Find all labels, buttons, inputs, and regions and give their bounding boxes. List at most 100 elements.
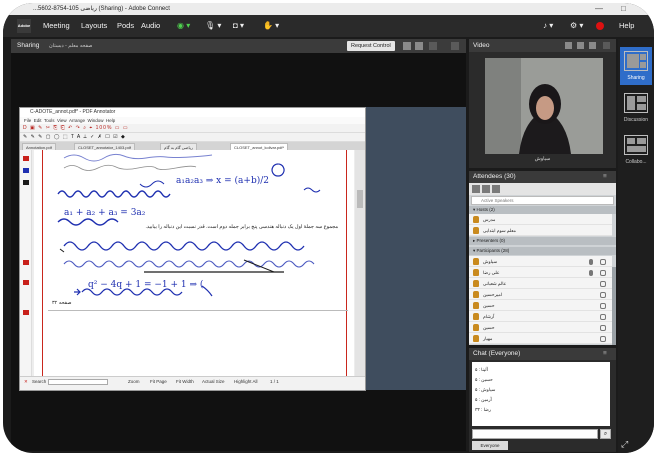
menu-help[interactable]: Help — [619, 20, 634, 32]
highlight-all-button[interactable]: Highlight All — [234, 379, 258, 384]
group-participants[interactable]: ▾ Participants (28) — [469, 247, 616, 255]
page-line-4: q² − 4q + 1 = −1 + 1 ⇒ ( — [88, 280, 204, 290]
share-pod-title: Sharing — [17, 42, 40, 49]
pdf-toolbar-annotate[interactable]: ✎ ✎ ✎ ▢ ◯ ⬚ T A ⟂ ✓ ✗ ☐ ☑ ◆ — [20, 133, 365, 142]
pdf-menu-tools[interactable]: Tools — [44, 118, 55, 123]
pdf-menu-view[interactable]: View — [57, 118, 67, 123]
minimize-icon[interactable]: — — [595, 3, 603, 14]
attendee-row[interactable]: امیرحسین — [469, 289, 612, 300]
attendee-row[interactable]: حسین — [469, 300, 612, 311]
pod-menu-icon[interactable]: ≡ — [603, 348, 607, 360]
chat-message: ۵ : آرمین — [475, 397, 492, 402]
pdf-menu-edit[interactable]: Edit — [34, 118, 42, 123]
chat-input[interactable] — [472, 429, 598, 439]
pod-menu-icon[interactable]: ≡ — [603, 171, 607, 183]
layout-collaboration-icon — [624, 135, 648, 155]
video-pod-title: Video — [473, 42, 490, 49]
pdf-tab[interactable]: CLOSET_annotator_1403.pdf — [74, 143, 135, 150]
fit-page-button[interactable]: Fit Page — [150, 379, 167, 384]
settings-icon[interactable]: ⚙ ▾ — [570, 20, 583, 32]
page-line-2: a₁ + a₂ + a₃ = 3a₂ — [64, 208, 146, 218]
camera-start-icon[interactable] — [565, 42, 572, 49]
attendee-row[interactable]: عالم شعبانی — [469, 278, 612, 289]
zoom-button[interactable]: Zoom — [128, 379, 140, 384]
attendee-row[interactable]: سیاوش — [469, 256, 612, 267]
actual-size-button[interactable]: Actual Size — [202, 379, 225, 384]
pdf-menu-window[interactable]: Window — [87, 118, 103, 123]
page-indicator: 1 / 1 — [270, 379, 279, 384]
highlighter-icon[interactable] — [23, 260, 29, 265]
status-view-icon[interactable] — [492, 185, 500, 193]
pdf-tool-sidebar — [20, 150, 32, 376]
person-icon — [473, 302, 479, 309]
pdf-menu-help[interactable]: Help — [106, 118, 115, 123]
full-screen-icon[interactable] — [415, 42, 423, 50]
pdf-toolbar-main[interactable]: D ▣ ✎ ✂ ⎘ ⎗ ↶ ↷ ⌕ ⌖ 100% ▭ ▭ — [20, 124, 365, 133]
attendee-row[interactable]: مهیار — [469, 333, 612, 344]
attendees-pod: Attendees (30) ≡ Active Speakers ▾ Hosts… — [469, 171, 616, 345]
shape-icon[interactable] — [23, 310, 29, 315]
webcam-feed[interactable] — [485, 58, 603, 154]
expand-icon[interactable]: ⤢ — [621, 439, 628, 450]
pencil-icon — [600, 259, 606, 265]
pdf-tab[interactable]: Annotation.pdf — [22, 143, 56, 150]
menu-meeting[interactable]: Meeting — [43, 20, 70, 32]
grid-icon[interactable] — [429, 42, 437, 50]
attendees-toolbar — [469, 183, 616, 195]
layout-discussion[interactable]: Discussion — [620, 89, 652, 127]
request-control-button[interactable]: Request Control — [347, 41, 395, 51]
person-icon — [473, 227, 479, 234]
pen-black-icon[interactable] — [23, 180, 29, 185]
pencil-icon — [600, 281, 606, 287]
menu-layouts[interactable]: Layouts — [81, 20, 107, 32]
maximize-icon[interactable]: □ — [621, 3, 626, 14]
camera-icon[interactable]: ◘ ▾ — [233, 20, 244, 32]
pen-red-icon[interactable] — [23, 156, 29, 161]
search-input[interactable] — [48, 379, 108, 385]
attendee-row[interactable]: مدرس — [469, 214, 612, 225]
scrollbar-thumb[interactable] — [357, 190, 363, 208]
attendee-row[interactable]: حسین — [469, 322, 612, 333]
layout-collaboration[interactable]: Collabo... — [620, 131, 652, 169]
hand-raise-icon[interactable]: ✋ ▾ — [263, 20, 279, 32]
pdf-menu-bar: File Edit Tools View Arrange Window Help — [20, 117, 365, 124]
pod-menu-icon[interactable] — [603, 42, 610, 49]
filmstrip-icon[interactable] — [589, 42, 596, 49]
record-icon[interactable] — [596, 22, 604, 30]
pdf-menu-file[interactable]: File — [24, 118, 31, 123]
group-hosts[interactable]: ▾ Hosts (2) — [469, 206, 616, 214]
layout-discussion-icon — [624, 93, 648, 113]
pdf-tab[interactable]: ریاضی گام به گام — [160, 143, 197, 150]
grid-view-icon[interactable] — [577, 42, 584, 49]
app-window: ...5602-8754-105 ریاضی (Sharing) - Adobe… — [3, 3, 654, 453]
eraser-icon[interactable] — [23, 280, 29, 285]
status-icon[interactable]: ◉ ▾ — [177, 20, 190, 32]
attendee-row[interactable]: آرشام — [469, 311, 612, 322]
window-title: ...5602-8754-105 ریاضی (Sharing) - Adobe… — [33, 6, 170, 12]
close-search-icon[interactable]: ✕ — [24, 379, 28, 384]
chat-send-button[interactable]: ⌕ — [600, 429, 611, 439]
chat-tab-everyone[interactable]: Everyone — [472, 441, 508, 450]
menu-pods[interactable]: Pods — [117, 20, 134, 32]
pen-blue-icon[interactable] — [23, 168, 29, 173]
pdf-tab-active[interactable]: CLOSET_annot_kolivar.pdf* — [230, 143, 289, 150]
microphone-icon — [589, 259, 593, 265]
attendee-row[interactable]: معلم سوم ابتدایی — [469, 225, 612, 236]
layout-sharing[interactable]: Sharing — [620, 47, 652, 85]
fit-width-button[interactable]: Fit Width — [176, 379, 194, 384]
chat-pod-title: Chat (Everyone) — [473, 350, 521, 357]
pod-menu-icon[interactable] — [451, 42, 459, 50]
pdf-scrollbar[interactable] — [355, 150, 365, 376]
attendees-scrollbar[interactable] — [612, 267, 616, 345]
volume-icon[interactable]: ♪ ▾ — [543, 20, 553, 32]
fit-screen-icon[interactable] — [403, 42, 411, 50]
pdf-menu-arrange[interactable]: Arrange — [69, 118, 85, 123]
list-view-icon[interactable] — [472, 185, 480, 193]
menu-audio[interactable]: Audio — [141, 20, 160, 32]
microphone-icon[interactable]: 🎙 ▾ — [205, 20, 221, 32]
group-presenters[interactable]: ▸ Presenters (0) — [469, 237, 616, 245]
breakout-icon[interactable] — [482, 185, 490, 193]
attendee-search-field[interactable]: Active Speakers — [471, 196, 614, 205]
attendee-row[interactable]: علی رضا — [469, 267, 612, 278]
pdf-page[interactable]: a₁a₂a₃ ⇒ x = (a+b)/2 a₁ + a₂ + a₃ = 3a₂ … — [34, 150, 354, 376]
